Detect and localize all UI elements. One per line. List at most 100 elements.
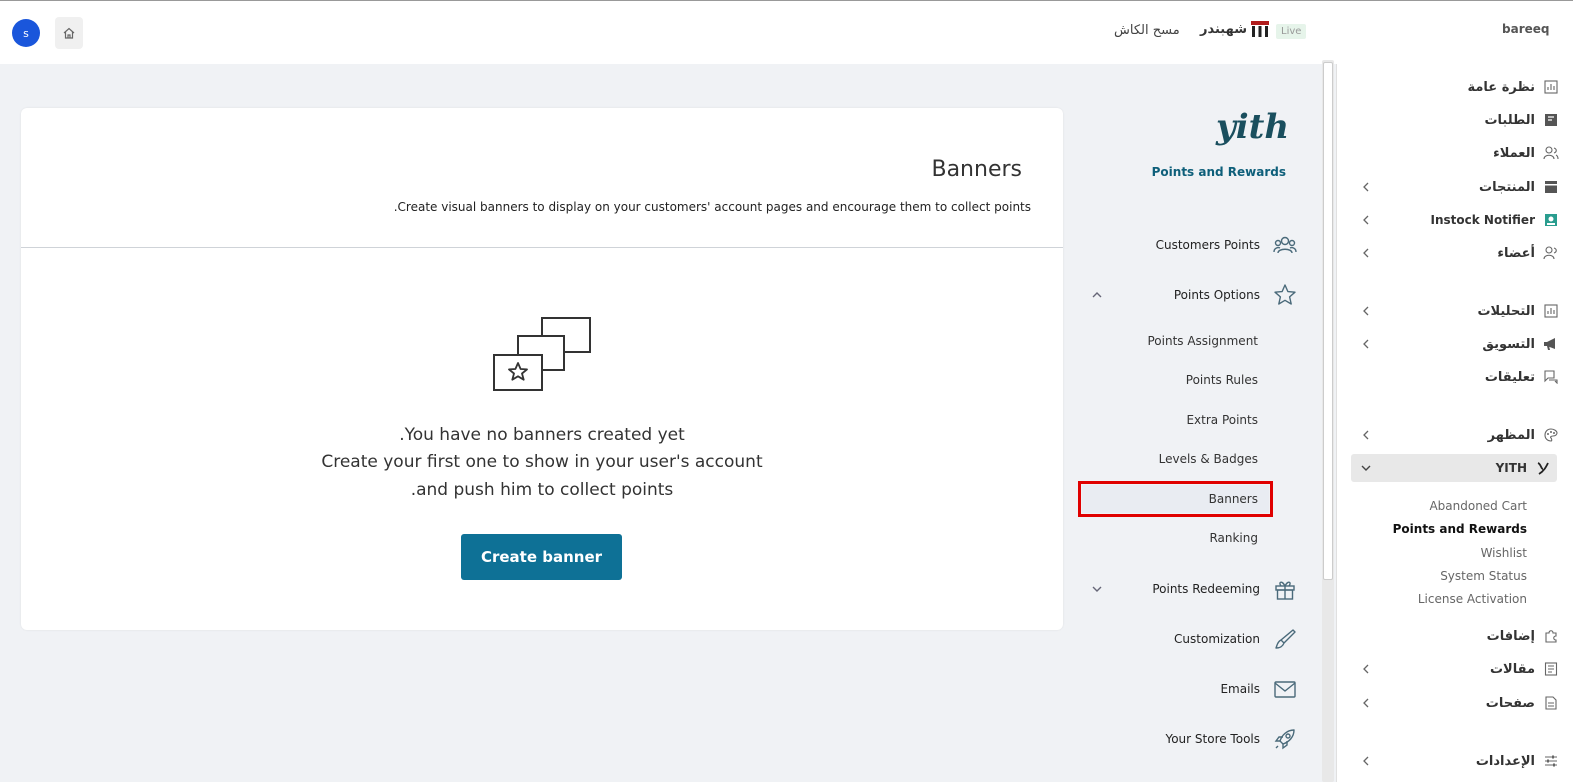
sidebar-item-posts[interactable]: مقالات bbox=[1351, 655, 1559, 683]
plugin-sub-levels-badges[interactable]: Levels & Badges bbox=[1080, 452, 1258, 466]
plugin-nav-store-tools[interactable]: Your Store Tools bbox=[1080, 723, 1298, 755]
orders-icon bbox=[1543, 112, 1559, 128]
create-banner-button[interactable]: Create banner bbox=[461, 534, 622, 580]
plugin-nav-label: Points Options bbox=[1173, 288, 1260, 302]
plugin-nav-label: Customization bbox=[1174, 632, 1260, 646]
sidebar-item-label: YITH bbox=[1495, 461, 1527, 475]
sidebar-item-pages[interactable]: صفحات bbox=[1351, 689, 1559, 717]
admin-sidebar: نظرة عامة الطلبات العملاء المنتجات Insto… bbox=[1336, 64, 1573, 782]
sidebar-item-products[interactable]: المنتجات bbox=[1351, 173, 1559, 201]
yith-logo-text: yith bbox=[1215, 108, 1289, 147]
sidebar-item-label: التسويق bbox=[1482, 336, 1535, 352]
analytics-icon bbox=[1543, 303, 1559, 319]
sidebar-sub-points-rewards[interactable]: Points and Rewards bbox=[1393, 522, 1527, 536]
sidebar-item-label: إضافات bbox=[1486, 628, 1535, 644]
brush-icon bbox=[1272, 626, 1298, 652]
plugin-nav-label: Customers Points bbox=[1155, 238, 1260, 252]
palette-icon bbox=[1543, 427, 1559, 443]
plugin-sub-points-rules[interactable]: Points Rules bbox=[1080, 373, 1258, 387]
avatar[interactable]: s bbox=[12, 19, 40, 47]
sidebar-item-label: صفحات bbox=[1485, 695, 1535, 711]
plugin-nav-points-options[interactable]: Points Options bbox=[1080, 279, 1298, 311]
gift-icon bbox=[1272, 576, 1298, 602]
sidebar-item-plugins[interactable]: إضافات bbox=[1351, 622, 1559, 650]
sidebar-item-label: الإعدادات bbox=[1475, 753, 1535, 769]
chevron-left-icon bbox=[1363, 756, 1369, 766]
sidebar-item-appearance[interactable]: المظهر bbox=[1351, 421, 1559, 449]
home-icon bbox=[63, 27, 75, 39]
chart-icon bbox=[1543, 79, 1559, 95]
plugin-nav-label: Emails bbox=[1220, 682, 1260, 696]
comments-icon bbox=[1543, 369, 1559, 385]
chevron-left-icon bbox=[1363, 698, 1369, 708]
sidebar-sub-license-activation[interactable]: License Activation bbox=[1418, 592, 1527, 606]
plugin-sub-extra-points[interactable]: Extra Points bbox=[1080, 413, 1258, 427]
chevron-left-icon bbox=[1363, 215, 1369, 225]
sidebar-sub-abandoned-cart[interactable]: Abandoned Cart bbox=[1429, 499, 1527, 513]
chevron-left-icon bbox=[1363, 339, 1369, 349]
sidebar-item-label: نظرة عامة bbox=[1467, 79, 1535, 95]
sidebar-item-customers[interactable]: العملاء bbox=[1351, 139, 1559, 167]
plugin-nav-points-redeeming[interactable]: Points Redeeming bbox=[1080, 573, 1298, 605]
sidebar-item-settings[interactable]: الإعدادات bbox=[1351, 747, 1559, 775]
plugin-nav-customization[interactable]: Customization bbox=[1080, 623, 1298, 655]
yith-icon bbox=[1535, 460, 1551, 476]
sidebar-item-label: العملاء bbox=[1493, 145, 1535, 161]
chevron-up-icon bbox=[1092, 292, 1102, 298]
card-divider bbox=[21, 247, 1063, 248]
clear-cache-link[interactable]: مسح الكاش bbox=[1114, 23, 1180, 38]
sidebar-item-label: مقالات bbox=[1489, 661, 1535, 677]
rocket-icon bbox=[1272, 726, 1298, 752]
sidebar-item-overview[interactable]: نظرة عامة bbox=[1351, 73, 1559, 101]
plugin-sub-banners[interactable]: Banners bbox=[1080, 492, 1258, 506]
chevron-left-icon bbox=[1363, 664, 1369, 674]
megaphone-icon bbox=[1543, 336, 1559, 352]
mail-icon bbox=[1272, 676, 1298, 702]
shahbandar-logo-icon bbox=[1250, 21, 1269, 37]
empty-message-line-1: You have no banners created yet. bbox=[399, 425, 685, 445]
puzzle-icon bbox=[1543, 628, 1559, 644]
sidebar-item-label: المنتجات bbox=[1479, 179, 1535, 195]
sidebar-item-yith[interactable]: YITH bbox=[1351, 454, 1557, 482]
posts-icon bbox=[1543, 661, 1559, 677]
sidebar-item-comments[interactable]: تعليقات bbox=[1351, 363, 1559, 391]
sidebar-item-label: Instock Notifier bbox=[1430, 213, 1536, 227]
sidebar-item-instock-notifier[interactable]: Instock Notifier bbox=[1351, 206, 1559, 234]
star-icon bbox=[1272, 282, 1298, 308]
plugin-sub-points-assignment[interactable]: Points Assignment bbox=[1080, 334, 1258, 348]
home-button[interactable] bbox=[55, 17, 83, 49]
chevron-left-icon bbox=[1363, 306, 1369, 316]
scrollbar-thumb[interactable] bbox=[1323, 62, 1333, 580]
plugin-nav-label: Points Redeeming bbox=[1152, 582, 1260, 596]
plugin-nav-emails[interactable]: Emails bbox=[1080, 673, 1298, 705]
shahbandar-label: شهبندر bbox=[1200, 21, 1247, 37]
live-badge: Live bbox=[1276, 24, 1307, 39]
sidebar-item-marketing[interactable]: التسويق bbox=[1351, 330, 1559, 358]
empty-message-line-3: and push him to collect points. bbox=[410, 480, 674, 500]
page-title: Banners bbox=[931, 157, 1022, 182]
products-icon bbox=[1543, 179, 1559, 195]
chevron-down-icon bbox=[1092, 586, 1102, 592]
notifier-icon bbox=[1543, 212, 1559, 228]
plugin-sub-ranking[interactable]: Ranking bbox=[1080, 531, 1258, 545]
chevron-left-icon bbox=[1363, 182, 1369, 192]
yith-logo: yith bbox=[1215, 108, 1289, 147]
chevron-left-icon bbox=[1363, 248, 1369, 258]
site-name[interactable]: bareeq bbox=[1502, 22, 1549, 36]
members-icon bbox=[1543, 245, 1559, 261]
sidebar-item-analytics[interactable]: التحليلات bbox=[1351, 297, 1559, 325]
chevron-down-icon bbox=[1361, 465, 1371, 471]
sidebar-item-label: التحليلات bbox=[1477, 303, 1535, 319]
sidebar-sub-wishlist[interactable]: Wishlist bbox=[1481, 546, 1527, 560]
plugin-nav-label: Your Store Tools bbox=[1165, 732, 1260, 746]
chevron-left-icon bbox=[1363, 430, 1369, 440]
pages-icon bbox=[1543, 695, 1559, 711]
plugin-nav-customers-points[interactable]: Customers Points bbox=[1080, 229, 1298, 261]
banners-empty-icon bbox=[493, 317, 591, 391]
sidebar-item-orders[interactable]: الطلبات bbox=[1351, 106, 1559, 134]
sidebar-item-members[interactable]: أعضاء bbox=[1351, 239, 1559, 267]
empty-message-line-2: Create your first one to show in your us… bbox=[321, 452, 763, 472]
users-icon bbox=[1272, 232, 1298, 258]
sidebar-sub-system-status[interactable]: System Status bbox=[1440, 569, 1527, 583]
shahbandar-link[interactable]: شهبندر bbox=[1200, 21, 1269, 37]
